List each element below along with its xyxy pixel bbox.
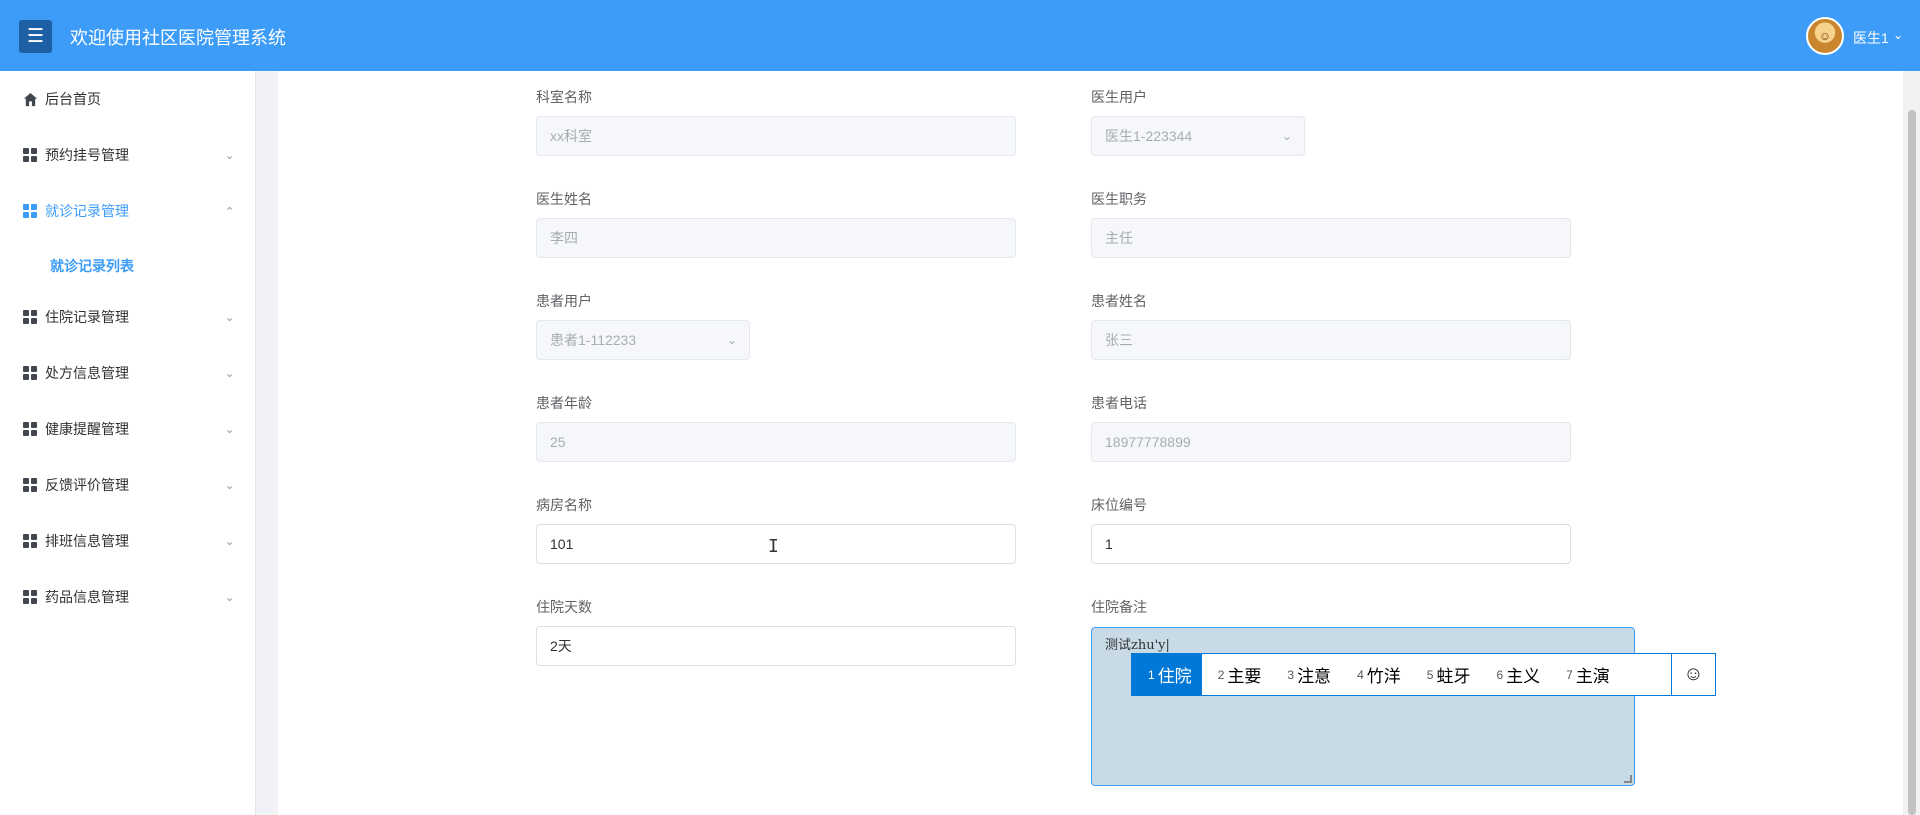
sidebar-item-visit-records[interactable]: 就诊记录管理 ⌃ <box>0 191 256 231</box>
label-stay-notes: 住院备注 <box>1091 599 1147 615</box>
doctor-user-value: 医生1-223344 <box>1105 128 1193 144</box>
sidebar-item-health-reminders[interactable]: 健康提醒管理 ⌄ <box>0 409 256 449</box>
grid-icon <box>23 309 38 325</box>
label-stay-days: 住院天数 <box>536 599 592 615</box>
ime-candidate[interactable]: 4 竹洋 <box>1341 654 1411 695</box>
sidebar-item-schedule[interactable]: 排班信息管理 ⌄ <box>0 521 256 561</box>
stay-notes-textarea[interactable]: 测试zhu'y| <box>1091 627 1635 786</box>
resize-handle[interactable] <box>1624 775 1632 783</box>
grid-icon <box>23 365 38 381</box>
sidebar-subitem-visit-list[interactable]: 就诊记录列表 <box>50 256 134 276</box>
label-doctor-name: 医生姓名 <box>536 191 592 207</box>
ime-candidate[interactable]: 3 注意 <box>1271 654 1341 695</box>
sidebar-item-label: 住院记录管理 <box>45 309 129 325</box>
grid-icon <box>23 477 38 493</box>
ime-candidate-bar: 1 住院 2 主要 3 注意 4 竹洋 5 蛀牙 6 主义 7 主演 ☺ <box>1131 653 1716 696</box>
home-icon <box>23 92 38 106</box>
grid-icon <box>23 589 38 605</box>
ime-candidate[interactable]: 2 主要 <box>1202 654 1272 695</box>
bed-number-input[interactable]: 1 <box>1091 524 1571 564</box>
emoji-icon[interactable]: ☺ <box>1671 654 1715 695</box>
layout-gutter <box>256 71 278 815</box>
patient-phone-input[interactable]: 18977778899 <box>1091 422 1571 462</box>
sidebar-item-medicines[interactable]: 药品信息管理 ⌄ <box>0 577 256 617</box>
grid-icon <box>23 203 38 219</box>
chevron-down-icon: ⌄ <box>225 367 235 380</box>
label-doctor-user: 医生用户 <box>1091 89 1147 105</box>
patient-age-input[interactable]: 25 <box>536 422 1016 462</box>
chevron-down-icon[interactable]: ⌄ <box>1893 28 1903 42</box>
label-bed-number: 床位编号 <box>1091 497 1147 513</box>
label-patient-name: 患者姓名 <box>1091 293 1147 309</box>
sidebar-item-label: 后台首页 <box>45 91 101 107</box>
stay-days-input[interactable]: 2天 <box>536 626 1016 666</box>
user-name[interactable]: 医生1 <box>1853 28 1889 48</box>
doctor-name-input[interactable]: 李四 <box>536 218 1016 258</box>
sidebar-item-label: 预约挂号管理 <box>45 147 129 163</box>
patient-name-input[interactable]: 张三 <box>1091 320 1571 360</box>
app-title: 欢迎使用社区医院管理系统 <box>70 28 286 48</box>
label-patient-phone: 患者电话 <box>1091 395 1147 411</box>
chevron-down-icon: ⌄ <box>225 149 235 162</box>
doctor-user-select[interactable]: 医生1-223344 ⌄ <box>1091 116 1305 156</box>
chevron-down-icon: ⌄ <box>225 479 235 492</box>
sidebar-item-appointments[interactable]: 预约挂号管理 ⌄ <box>0 135 256 175</box>
sidebar-item-inpatient-records[interactable]: 住院记录管理 ⌄ <box>0 297 256 337</box>
sidebar: 后台首页 预约挂号管理 ⌄ 就诊记录管理 ⌃ 就诊记录列表 住院记录管理 ⌄ 处… <box>0 71 256 815</box>
doctor-title-input[interactable]: 主任 <box>1091 218 1571 258</box>
user-avatar[interactable]: ☺ <box>1806 17 1844 55</box>
sidebar-item-label: 排班信息管理 <box>45 533 129 549</box>
chevron-down-icon: ⌄ <box>225 591 235 604</box>
page-scrollbar-thumb[interactable] <box>1908 110 1916 815</box>
grid-icon <box>23 147 38 163</box>
hamburger-menu-button[interactable]: ☰ <box>19 20 52 53</box>
hamburger-icon: ☰ <box>26 26 45 47</box>
label-patient-user: 患者用户 <box>536 293 592 309</box>
sidebar-item-label: 反馈评价管理 <box>45 477 129 493</box>
label-patient-age: 患者年龄 <box>536 395 592 411</box>
ime-candidate[interactable]: 6 主义 <box>1480 654 1550 695</box>
chevron-down-icon: ⌄ <box>225 535 235 548</box>
avatar-icon: ☺ <box>1818 29 1832 43</box>
chevron-down-icon: ⌄ <box>726 333 737 347</box>
ime-candidate[interactable]: 5 蛀牙 <box>1411 654 1481 695</box>
sidebar-item-label: 健康提醒管理 <box>45 421 129 437</box>
label-department-name: 科室名称 <box>536 89 592 105</box>
grid-icon <box>23 421 38 437</box>
patient-user-select[interactable]: 患者1-112233 ⌄ <box>536 320 750 360</box>
sidebar-item-prescriptions[interactable]: 处方信息管理 ⌄ <box>0 353 256 393</box>
label-doctor-title: 医生职务 <box>1091 191 1147 207</box>
patient-user-value: 患者1-112233 <box>550 332 637 348</box>
grid-icon <box>23 533 38 549</box>
sidebar-item-label: 药品信息管理 <box>45 589 129 605</box>
label-ward-name: 病房名称 <box>536 497 592 513</box>
chevron-up-icon: ⌃ <box>225 205 235 218</box>
text-cursor-icon: I <box>768 536 779 557</box>
ime-candidate[interactable]: 1 住院 <box>1132 654 1202 695</box>
chevron-down-icon: ⌄ <box>1281 129 1292 143</box>
sidebar-item-feedback[interactable]: 反馈评价管理 ⌄ <box>0 465 256 505</box>
stay-notes-text: 测试zhu'y| <box>1105 638 1170 653</box>
sidebar-item-label: 处方信息管理 <box>45 365 129 381</box>
top-header: ☰ 欢迎使用社区医院管理系统 ☺ 医生1 ⌄ <box>0 0 1920 71</box>
chevron-down-icon: ⌄ <box>225 423 235 436</box>
sidebar-item-label: 就诊记录管理 <box>45 203 129 219</box>
department-name-input[interactable]: xx科室 <box>536 116 1016 156</box>
ime-candidate[interactable]: 7 主演 <box>1550 654 1620 695</box>
chevron-down-icon: ⌄ <box>225 311 235 324</box>
sidebar-item-home[interactable]: 后台首页 <box>0 79 256 119</box>
